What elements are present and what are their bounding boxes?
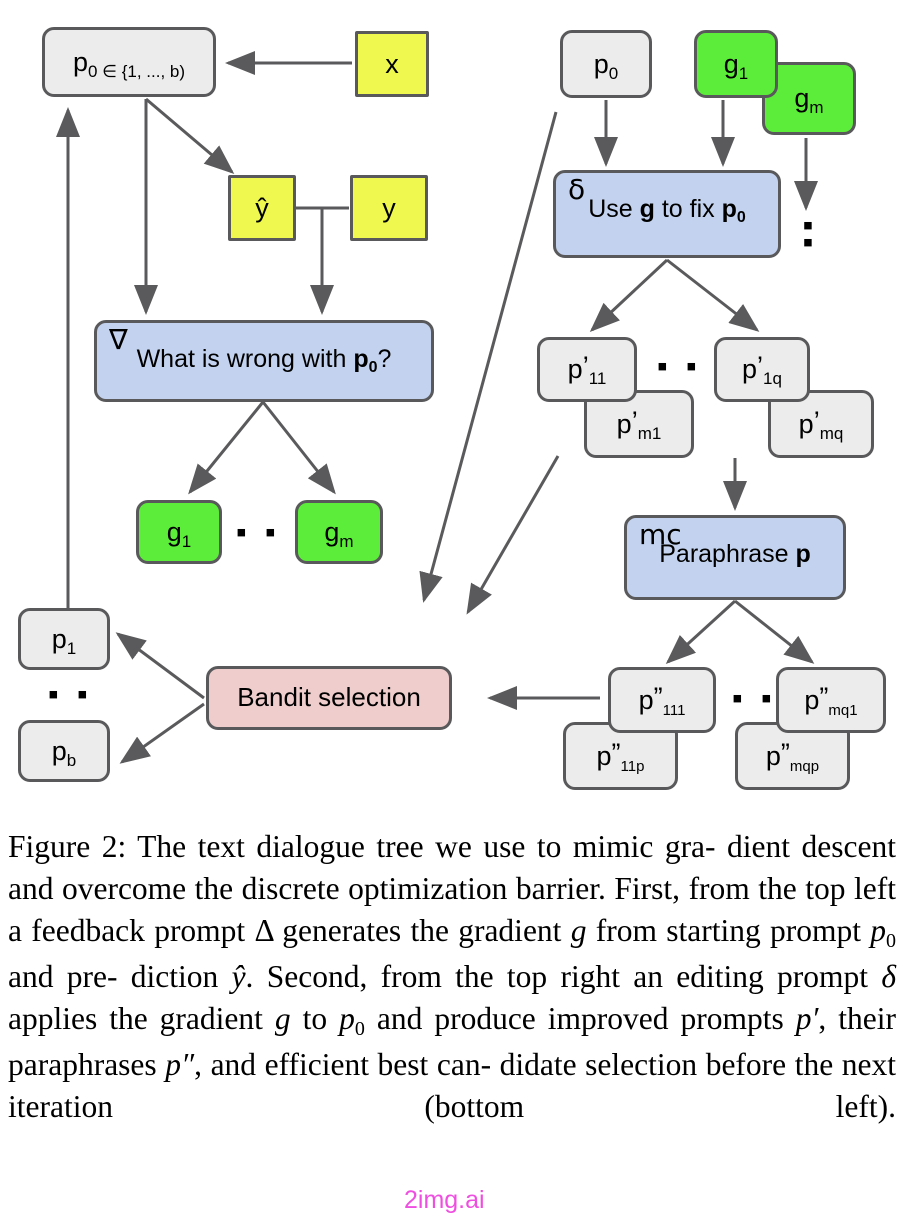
node-y: y (350, 175, 428, 241)
node-pprime-m1-label: p’m1 (616, 405, 662, 443)
node-yhat-label: ŷ (255, 192, 269, 223)
caption-line4c: from starting prompt (586, 913, 871, 948)
node-g1-left-label: g1 (166, 516, 192, 551)
node-bandit-selection-label: Bandit selection (237, 682, 421, 713)
caption-yhat: ŷ (231, 959, 246, 994)
node-pprime-11: p’11 (537, 337, 637, 402)
node-x: x (355, 31, 429, 97)
node-bandit-selection: Bandit selection (206, 666, 452, 730)
node-pprime-11-label: p’11 (567, 351, 607, 389)
node-paraphrase-prompt-text: Paraphrase p (659, 539, 811, 568)
figure-diagram: p0 ∈ {1, ..., b) x ŷ y ∇ What is wrong w… (0, 0, 904, 820)
node-edit-prompt: δ Use g to fix p0 (553, 170, 781, 258)
node-pdprime-mqp-label: p”mqp (765, 737, 820, 775)
caption-p2: p (339, 1001, 355, 1036)
ellipsis-g-left: ▪ ▪ (236, 516, 281, 549)
caption-line1: The text dialogue tree we use to mimic g… (126, 829, 716, 864)
node-pb: pb (18, 720, 110, 782)
node-y-label: y (382, 192, 396, 223)
ellipsis-p-left: ▪ ▪ (48, 678, 93, 711)
ellipsis-vertical-g: ▪ ▪ (802, 209, 814, 259)
node-pdprime-111-label: p”111 (638, 681, 686, 719)
node-p1-label: p1 (51, 623, 77, 658)
caption-line6b: applies the gradient (8, 1001, 275, 1036)
node-g1-right: g1 (694, 30, 778, 98)
node-p1: p1 (18, 608, 110, 670)
node-pdprime-mq1: p”mq1 (776, 667, 886, 733)
node-p0-bandit-label: p0 ∈ {1, ..., b) (72, 46, 186, 81)
node-edit-prompt-text: Use g to fix p0 (588, 194, 746, 226)
node-p0-bandit: p0 ∈ {1, ..., b) (42, 27, 216, 97)
node-gm-left: gm (295, 500, 383, 564)
node-pprime-1q-label: p’1q (742, 351, 782, 389)
node-p0-right: p0 (560, 30, 652, 98)
node-paraphrase-prompt: mc Paraphrase p (624, 515, 846, 600)
node-pprime-mq-label: p’mq (798, 405, 844, 443)
node-g1-right-label: g1 (723, 48, 749, 83)
node-pdprime-mq1-label: p”mq1 (804, 681, 858, 719)
ellipsis-pdprime: ▪ ▪ (732, 682, 777, 715)
caption-line5c: . Second, from the top right an editing … (245, 959, 869, 994)
ellipsis-pprime: ▪ ▪ (657, 350, 702, 383)
node-pdprime-11p-label: p”11p (596, 737, 645, 775)
node-gm-right-label: gm (794, 83, 824, 118)
caption-line6g: and produce improved (364, 1001, 669, 1036)
caption-delta-lower: δ (881, 959, 896, 994)
watermark: 2img.ai (404, 1186, 485, 1214)
caption-p2-sub: 0 (354, 1018, 365, 1040)
node-feedback-prompt-text: What is wrong with p0? (136, 344, 392, 376)
caption-p: p (870, 913, 886, 948)
node-p0-right-label: p0 (593, 48, 619, 83)
node-pdprime-111: p”111 (608, 667, 716, 733)
caption-p-sub: 0 (886, 930, 896, 952)
caption-line5a: diction (130, 959, 232, 994)
caption-g: g (570, 913, 587, 948)
caption-line4f: and pre- (8, 959, 118, 994)
caption-pprime: p′ (795, 1001, 819, 1036)
node-g1-left: g1 (136, 500, 222, 564)
node-x-label: x (385, 48, 399, 79)
node-feedback-prompt: ∇ What is wrong with p0? (94, 320, 434, 402)
caption-pdprime: p″ (165, 1047, 195, 1082)
caption-line7e: , and efficient best can- (194, 1047, 492, 1082)
figure-caption: Figure 2: The text dialogue tree we use … (8, 826, 896, 1128)
node-pprime-1q: p’1q (714, 337, 810, 402)
node-yhat: ŷ (228, 175, 296, 241)
caption-line6d: to (290, 1001, 340, 1036)
caption-g2: g (274, 1001, 291, 1036)
node-pb-label: pb (51, 735, 77, 770)
node-gm-left-label: gm (324, 516, 354, 551)
caption-line4a: generates the gradient (282, 913, 571, 948)
caption-line7a: prompts (680, 1001, 796, 1036)
caption-delta-upper: Δ (254, 913, 273, 948)
caption-prefix: Figure 2: (8, 829, 127, 864)
